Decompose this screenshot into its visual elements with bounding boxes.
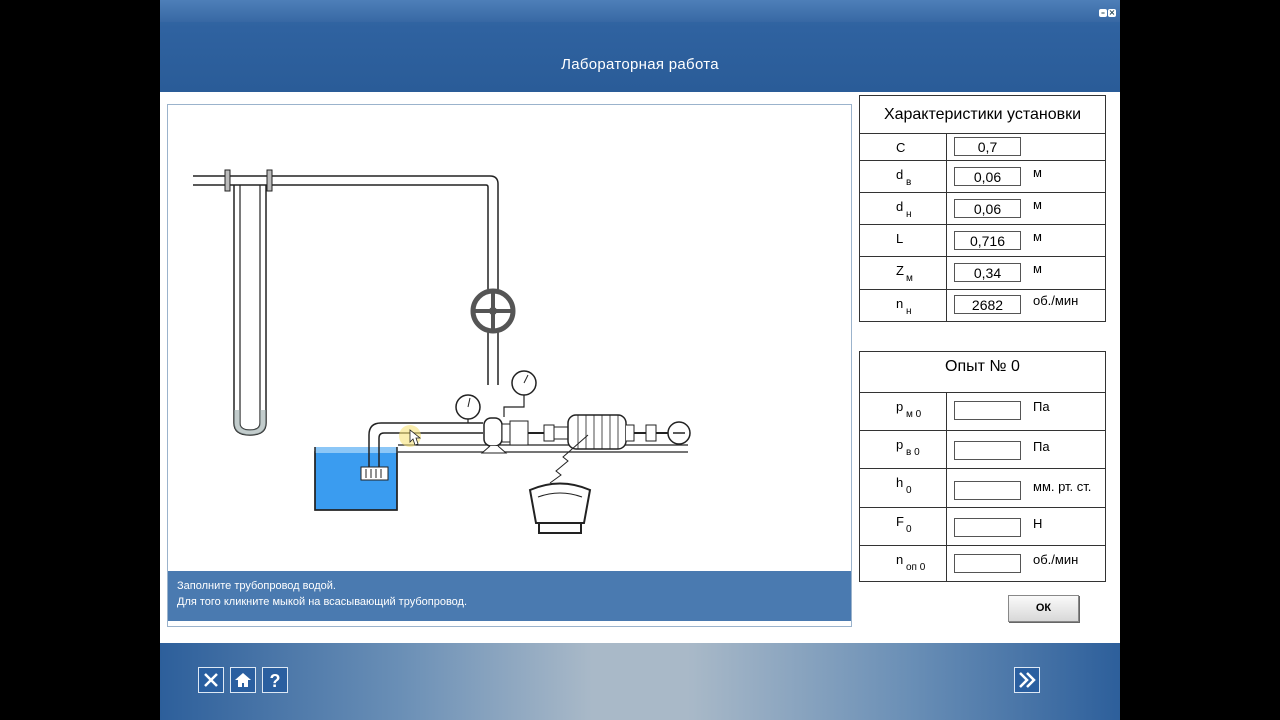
footer-bar: ? — [160, 643, 1120, 720]
parameter-symbol: dн — [860, 193, 947, 224]
parameter-value-input[interactable] — [954, 137, 1021, 156]
installation-characteristics-table: Характеристики установки CdвмdнмLмZммnно… — [859, 95, 1106, 322]
parameter-unit: м — [1033, 197, 1042, 212]
minimize-icon[interactable]: – — [1099, 9, 1107, 17]
parameter-value-input[interactable] — [954, 199, 1021, 218]
installation-row: Lм — [860, 225, 1105, 257]
parameter-unit: об./мин — [1033, 293, 1079, 308]
parameter-value-input[interactable] — [954, 518, 1021, 537]
valve-handwheel[interactable] — [470, 288, 516, 334]
parameter-unit: мм. рт. ст. — [1033, 479, 1092, 494]
parameter-symbol: n оп 0 — [860, 546, 947, 581]
home-icon — [235, 673, 251, 687]
experiment-table: Опыт № 0 pм 0 Па p в 0 Па h 0 мм. рт. ст. F 0 Нn оп… — [859, 351, 1106, 582]
simulation-panel: Заполните трубопровод водой. Для того кл… — [167, 104, 852, 627]
svg-text:?: ? — [270, 671, 281, 691]
help-button[interactable]: ? — [262, 667, 288, 693]
parameter-symbol: F0 — [860, 508, 947, 545]
parameter-value-input[interactable] — [954, 554, 1021, 573]
parameter-symbol: pм 0 — [860, 393, 947, 430]
double-chevron-right-icon — [1019, 672, 1036, 688]
mouse-cursor — [399, 425, 422, 447]
parameter-symbol: dв — [860, 161, 947, 192]
parameter-value-input[interactable] — [954, 481, 1021, 500]
window-title: Лабораторная работа — [561, 56, 719, 73]
experiment-row: pм 0 Па — [860, 393, 1105, 431]
parameter-unit: об./мин — [1033, 552, 1079, 567]
experiment-row: h 0 мм. рт. ст. — [860, 469, 1105, 508]
instruction-line: Заполните трубопровод водой. — [177, 580, 336, 592]
installation-row: dн м — [860, 193, 1105, 225]
title-bar: Лабораторная работа – × — [160, 0, 1120, 92]
parameter-unit: м — [1033, 165, 1042, 180]
next-button[interactable] — [1014, 667, 1040, 693]
parameter-symbol: Zм — [860, 257, 947, 289]
installation-row: C — [860, 134, 1105, 161]
parameter-value-input[interactable] — [954, 167, 1021, 186]
parameter-unit: Па — [1033, 399, 1050, 414]
parameter-value-input[interactable] — [954, 231, 1021, 250]
flange — [224, 169, 231, 192]
instruction-message: Заполните трубопровод водой. Для того кл… — [168, 571, 851, 621]
close-window-icon[interactable]: × — [1108, 9, 1116, 17]
dynamometer-scale[interactable] — [528, 482, 592, 534]
installation-row: Zм м — [860, 257, 1105, 290]
installation-row: nн об./мин — [860, 290, 1105, 321]
parameter-symbol: nн — [860, 290, 947, 321]
installation-heading: Характеристики установки — [860, 96, 1105, 134]
parameter-value-input[interactable] — [954, 295, 1021, 314]
parameter-symbol: h0 — [860, 469, 947, 507]
parameter-unit: Па — [1033, 439, 1050, 454]
parameter-unit: м — [1033, 261, 1042, 276]
experiment-row: n оп 0 об./мин — [860, 546, 1105, 581]
close-button[interactable] — [198, 667, 224, 693]
tachometer[interactable] — [667, 421, 691, 445]
parameter-value-input[interactable] — [954, 263, 1021, 282]
vacuum-gauge-suction[interactable] — [455, 394, 481, 423]
pressure-gauge-discharge[interactable] — [503, 370, 537, 417]
u-tube-manometer[interactable] — [233, 185, 267, 436]
close-icon — [204, 673, 218, 687]
installation-row: dв м — [860, 161, 1105, 193]
parameter-symbol: C — [860, 134, 947, 160]
experiment-row: F0 Н — [860, 508, 1105, 546]
window-controls: – × — [1098, 2, 1116, 20]
parameter-unit: Н — [1033, 516, 1043, 531]
parameter-symbol: pв 0 — [860, 431, 947, 468]
home-button[interactable] — [230, 667, 256, 693]
parameter-value-input[interactable] — [954, 401, 1021, 420]
ok-button[interactable]: ОК — [1008, 595, 1079, 622]
pump — [480, 417, 555, 454]
flange — [266, 169, 273, 192]
parameter-symbol: L — [860, 225, 947, 256]
parameter-unit: м — [1033, 229, 1042, 244]
help-icon: ? — [270, 671, 281, 691]
pump-schematic — [193, 169, 691, 534]
electric-motor — [554, 414, 668, 450]
base-frame — [398, 444, 688, 453]
experiment-heading: Опыт № 0 — [860, 352, 1105, 393]
experiment-row: pв 0 Па — [860, 431, 1105, 469]
parameter-value-input[interactable] — [954, 441, 1021, 460]
instruction-line: Для того кликните мыкой на всасывающий т… — [177, 596, 468, 608]
app-window: Лабораторная работа – × Заполните трубоп… — [160, 0, 1120, 720]
